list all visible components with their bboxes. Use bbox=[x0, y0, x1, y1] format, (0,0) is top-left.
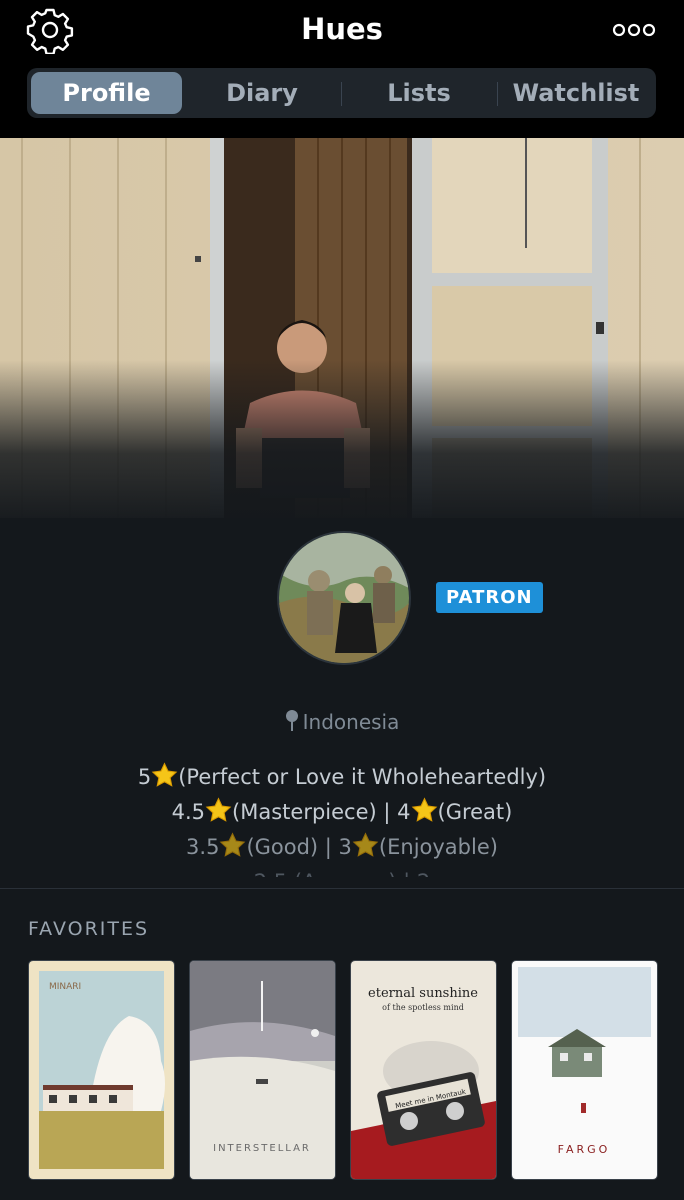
top-bar: Hues Profile Diary Lists Watchlist bbox=[0, 0, 684, 138]
bio-line: 4.5 (Masterpiece) | 4 (Great) bbox=[0, 795, 684, 830]
patron-badge: PATRON bbox=[436, 582, 543, 613]
map-pin-icon bbox=[285, 710, 298, 731]
profile-bio: 5 (Perfect or Love it Wholeheartedly) 4.5… bbox=[0, 760, 684, 877]
poster-title: INTERSTELLAR bbox=[213, 1143, 311, 1154]
more-dots-icon[interactable] bbox=[612, 23, 656, 37]
bio-text: (Masterpiece) | 4 bbox=[232, 800, 411, 824]
tab-watchlist[interactable]: Watchlist bbox=[499, 68, 653, 118]
bio-text: 4.5 bbox=[171, 800, 206, 824]
favorite-poster-fargo[interactable]: FARGO bbox=[511, 960, 658, 1180]
tab-bar: Profile Diary Lists Watchlist bbox=[27, 68, 656, 118]
star-icon bbox=[352, 832, 379, 857]
poster-title: eternal sunshine bbox=[368, 986, 478, 1001]
star-icon bbox=[205, 797, 232, 822]
bio-text: (Great) bbox=[437, 800, 513, 824]
favorite-poster-interstellar[interactable]: INTERSTELLAR bbox=[189, 960, 336, 1180]
bio-text: (Enjoyable) bbox=[378, 835, 498, 859]
favorite-poster-eternal-sunshine[interactable]: eternal sunshine of the spotless mind Me… bbox=[350, 960, 497, 1180]
star-icon bbox=[151, 762, 178, 787]
bio-text: (Good) | 3 bbox=[246, 835, 352, 859]
poster-subtitle: of the spotless mind bbox=[382, 1003, 464, 1012]
star-icon bbox=[411, 797, 437, 822]
section-divider bbox=[0, 888, 684, 889]
bio-line: 5 (Perfect or Love it Wholeheartedly) bbox=[0, 760, 684, 795]
app-title: Hues bbox=[301, 12, 383, 46]
bio-line-faded: 2.5 (Average) | 2 bbox=[0, 865, 684, 877]
tab-diary[interactable]: Diary bbox=[185, 68, 339, 118]
poster-title: FARGO bbox=[558, 1143, 611, 1156]
bio-text: 3.5 bbox=[186, 835, 220, 859]
star-icon bbox=[220, 832, 246, 857]
tab-lists[interactable]: Lists bbox=[343, 68, 495, 118]
bio-text: 5 bbox=[137, 765, 152, 789]
avatar[interactable] bbox=[277, 531, 411, 665]
poster-title: MINARI bbox=[49, 982, 81, 992]
location: Indonesia bbox=[0, 709, 684, 734]
tab-divider bbox=[497, 82, 498, 106]
tab-profile[interactable]: Profile bbox=[31, 72, 182, 114]
location-text: Indonesia bbox=[302, 710, 400, 734]
backdrop-fade bbox=[0, 360, 684, 530]
bio-line: 3.5 (Good) | 3 (Enjoyable) bbox=[0, 830, 684, 865]
favorite-poster-minari[interactable]: MINARI bbox=[28, 960, 175, 1180]
bio-text: (Perfect or Love it Wholeheartedly) bbox=[178, 765, 547, 789]
tab-divider bbox=[341, 82, 342, 106]
favorites-label: FAVORITES bbox=[28, 918, 150, 940]
